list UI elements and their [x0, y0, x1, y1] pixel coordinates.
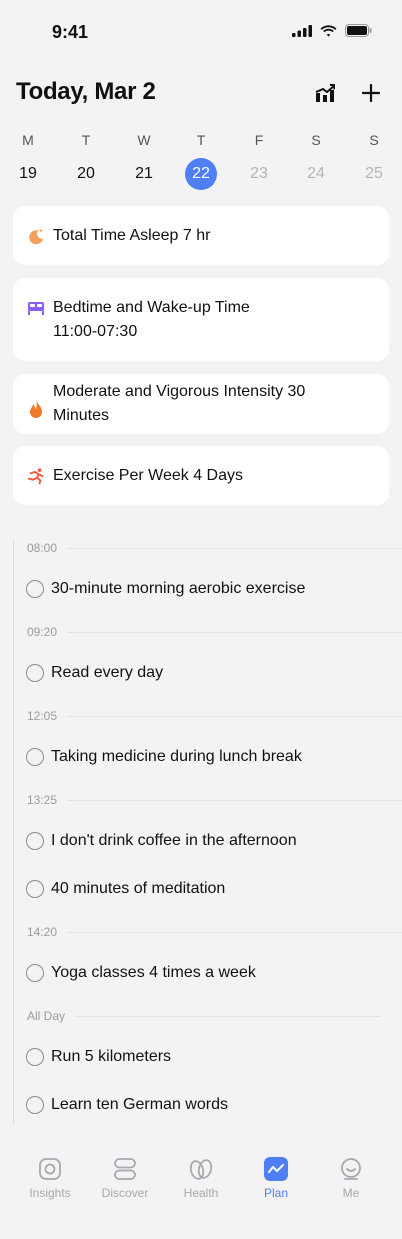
- goal-text: Total Time Asleep 7 hr: [53, 227, 211, 244]
- task-label: Read every day: [51, 664, 164, 681]
- tab-label: Discover: [101, 1186, 149, 1200]
- time-divider: [74, 1016, 380, 1017]
- day-number: 24: [307, 165, 325, 182]
- runner-icon: [27, 467, 45, 485]
- statistics-button[interactable]: [312, 80, 338, 106]
- battery-icon: [345, 24, 372, 37]
- task-item[interactable]: Taking medicine during lunch break: [26, 748, 302, 766]
- day-22-selected[interactable]: T 22: [181, 130, 221, 190]
- task-label: I don't drink coffee in the afternoon: [51, 832, 297, 849]
- time-label: All Day: [27, 1009, 66, 1023]
- goal-text: Bedtime and Wake-up Time 11:00-07:30: [53, 299, 250, 340]
- signal-icon: [292, 24, 312, 37]
- day-19[interactable]: M 19: [8, 130, 48, 190]
- time-label: 09:20: [27, 625, 58, 639]
- task-label: Taking medicine during lunch break: [51, 748, 302, 765]
- health-icon: [171, 1156, 231, 1182]
- task-item[interactable]: Yoga classes 4 times a week: [26, 964, 256, 982]
- tab-label: Me: [342, 1186, 360, 1200]
- day-number: 21: [135, 165, 153, 182]
- day-number: 19: [19, 165, 37, 182]
- task-label: Yoga classes 4 times a week: [51, 964, 256, 981]
- time-label: 13:25: [27, 793, 58, 807]
- day-23[interactable]: F 23: [239, 130, 279, 190]
- add-button[interactable]: [358, 80, 384, 106]
- task-item[interactable]: Learn ten German words: [26, 1096, 228, 1114]
- status-icons: [292, 24, 372, 37]
- day-number: 25: [365, 165, 383, 182]
- task-checkbox[interactable]: [26, 664, 44, 682]
- tab-bar: Insights Discover Health Plan Me: [0, 1140, 402, 1239]
- status-bar: 9:41: [0, 0, 402, 60]
- discover-icon: [95, 1156, 155, 1182]
- day-of-week: T: [81, 132, 91, 148]
- day-25[interactable]: S 25: [354, 130, 394, 190]
- me-icon: [321, 1156, 381, 1182]
- task-label: 30-minute morning aerobic exercise: [51, 580, 306, 597]
- day-24[interactable]: S 24: [296, 130, 336, 190]
- tab-me[interactable]: Me: [321, 1156, 381, 1200]
- tab-label: Health: [183, 1186, 219, 1200]
- task-item[interactable]: 40 minutes of meditation: [26, 880, 225, 898]
- time-divider: [68, 800, 402, 801]
- goal-card-exercise[interactable]: Exercise Per Week 4 Days: [13, 446, 389, 505]
- task-checkbox[interactable]: [26, 964, 44, 982]
- status-time: 9:41: [52, 22, 89, 42]
- timeline-axis: [13, 540, 14, 1125]
- task-item[interactable]: I don't drink coffee in the afternoon: [26, 832, 297, 850]
- goal-card-intensity[interactable]: Moderate and Vigorous Intensity 30 Minut…: [13, 374, 389, 434]
- tab-health[interactable]: Health: [171, 1156, 231, 1200]
- moon-icon: [27, 227, 45, 245]
- plus-icon: [361, 83, 381, 103]
- time-label: 08:00: [27, 541, 58, 555]
- day-number: 22: [185, 158, 217, 190]
- day-of-week: W: [137, 132, 151, 148]
- task-label: 40 minutes of meditation: [51, 880, 226, 897]
- day-of-week: S: [369, 132, 379, 148]
- task-checkbox[interactable]: [26, 1048, 44, 1066]
- tab-insights[interactable]: Insights: [20, 1156, 80, 1200]
- day-of-week: T: [196, 132, 206, 148]
- task-item[interactable]: 30-minute morning aerobic exercise: [26, 580, 305, 598]
- goal-card-sleep[interactable]: Total Time Asleep 7 hr: [13, 206, 389, 265]
- tab-label: Plan: [263, 1186, 289, 1200]
- task-checkbox[interactable]: [26, 880, 44, 898]
- day-number: 23: [250, 165, 268, 182]
- day-of-week: M: [22, 132, 34, 148]
- task-label: Learn ten German words: [51, 1096, 228, 1113]
- goal-text: Moderate and Vigorous Intensity 30 Minut…: [53, 383, 306, 424]
- task-item[interactable]: Run 5 kilometers: [26, 1048, 171, 1066]
- day-number: 20: [77, 165, 95, 182]
- day-21[interactable]: W 21: [124, 130, 164, 190]
- time-divider: [68, 932, 402, 933]
- task-item[interactable]: Read every day: [26, 664, 163, 682]
- flame-icon: [27, 400, 45, 418]
- task-checkbox[interactable]: [26, 748, 44, 766]
- time-label: 14:20: [27, 925, 58, 939]
- bed-icon: [27, 299, 45, 317]
- time-divider: [68, 716, 402, 717]
- task-label: Run 5 kilometers: [51, 1048, 172, 1065]
- chart-icon: [315, 84, 335, 102]
- week-strip: M 19 T 20 W 21 T 22 F 23 S 24 S 25: [0, 130, 402, 190]
- page-title: Today, Mar 2: [16, 78, 156, 105]
- time-label: 12:05: [27, 709, 58, 723]
- tab-discover[interactable]: Discover: [95, 1156, 155, 1200]
- goal-card-bedtime[interactable]: Bedtime and Wake-up Time 11:00-07:30: [13, 278, 389, 361]
- time-divider: [68, 632, 402, 633]
- day-20[interactable]: T 20: [66, 130, 106, 190]
- insights-icon: [20, 1156, 80, 1182]
- tab-plan[interactable]: Plan: [246, 1156, 306, 1200]
- wifi-icon: [320, 24, 337, 37]
- day-of-week: F: [254, 132, 264, 148]
- time-divider: [68, 548, 402, 549]
- task-checkbox[interactable]: [26, 832, 44, 850]
- task-checkbox[interactable]: [26, 1096, 44, 1114]
- day-of-week: S: [311, 132, 321, 148]
- task-checkbox[interactable]: [26, 580, 44, 598]
- goal-text: Exercise Per Week 4 Days: [53, 467, 243, 484]
- tab-label: Insights: [29, 1186, 71, 1200]
- plan-icon: [246, 1156, 306, 1182]
